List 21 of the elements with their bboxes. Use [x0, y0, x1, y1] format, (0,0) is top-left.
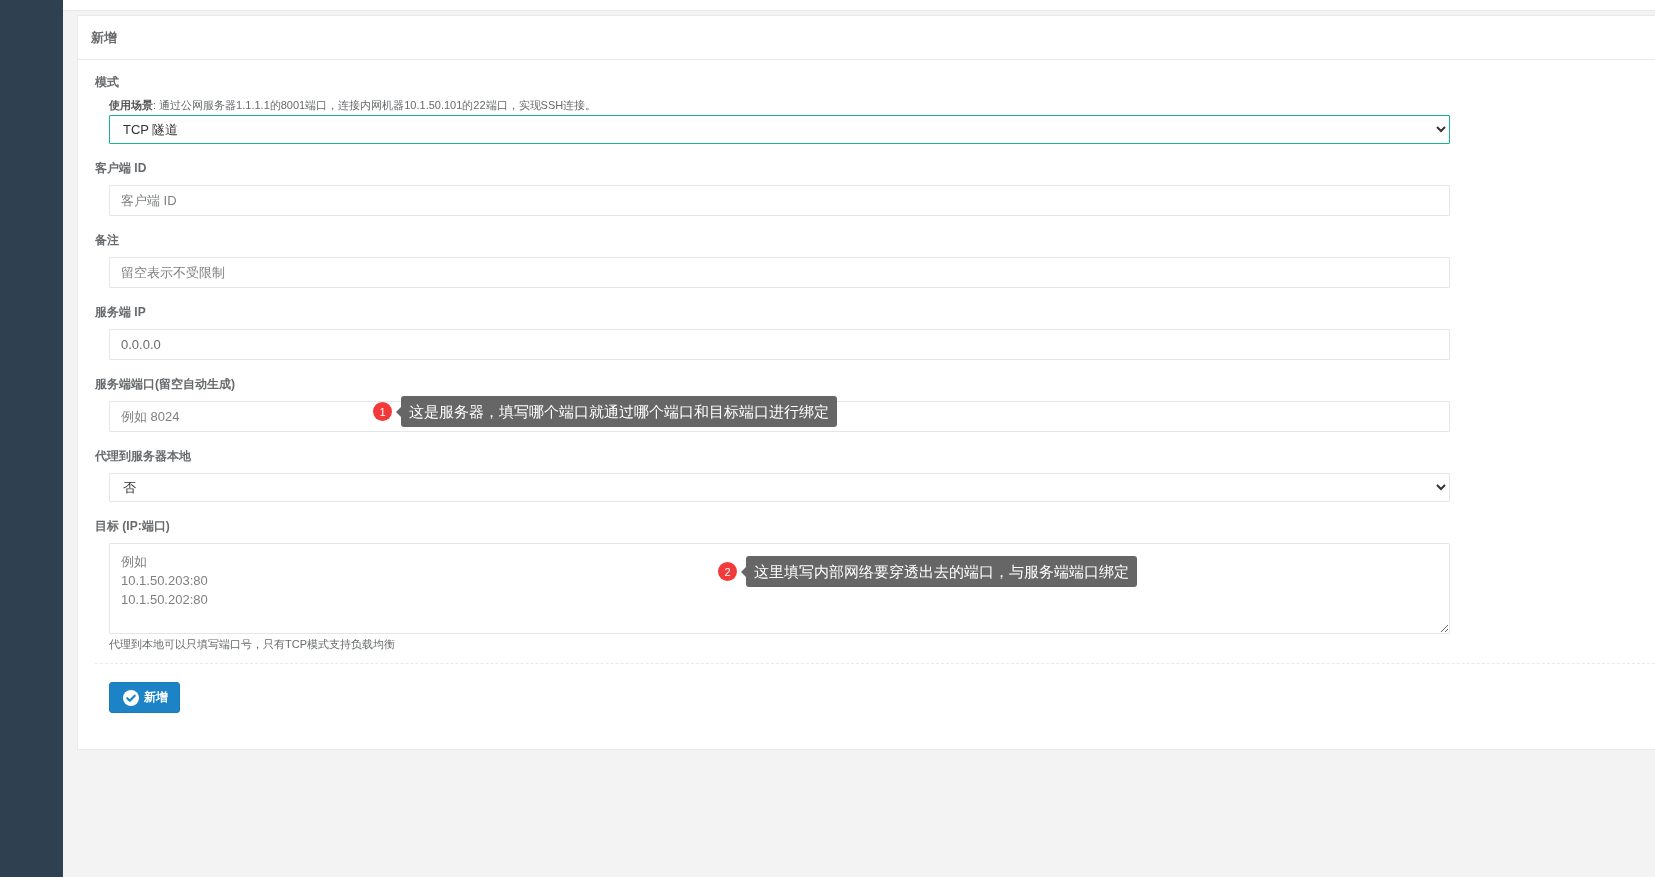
check-circle-icon — [123, 689, 139, 706]
field-label: 客户端 ID — [95, 161, 147, 175]
tooltip-pointer-icon — [396, 406, 401, 417]
dropdown[interactable]: TCP 隧道 — [109, 115, 1450, 144]
usage-hint: 使用场景: 通过公网服务器1.1.1.1的8001端口，连接内网机器10.1.50.101的22端口，实现SSH连接。 — [109, 99, 597, 112]
field-label: 模式 — [95, 75, 119, 89]
field-label: 目标 (IP:端口) — [95, 519, 170, 533]
tooltip: 这是服务器，填写哪个端口就通过哪个端口和目标端口进行绑定 — [401, 396, 837, 427]
help-text: 代理到本地可以只填写端口号，只有TCP模式支持负载均衡 — [109, 637, 395, 652]
input-field[interactable]: 客户端 ID — [109, 185, 1450, 216]
field-label: 服务端端口(留空自动生成) — [95, 377, 235, 391]
panel-title: 新增 — [91, 28, 117, 47]
tooltip: 这里填写内部网络要穿透出去的端口，与服务端端口绑定 — [746, 556, 1137, 587]
tooltip-pointer-icon — [741, 566, 746, 577]
field-label: 服务端 IP — [95, 305, 146, 319]
dropdown[interactable]: 否 — [109, 473, 1450, 502]
field-label: 代理到服务器本地 — [95, 449, 191, 463]
submit-button[interactable]: 新增 — [109, 682, 180, 713]
input-field[interactable]: 留空表示不受限制 — [109, 257, 1450, 288]
input-field[interactable]: 0.0.0.0 — [109, 329, 1450, 360]
field-label: 备注 — [95, 233, 119, 247]
